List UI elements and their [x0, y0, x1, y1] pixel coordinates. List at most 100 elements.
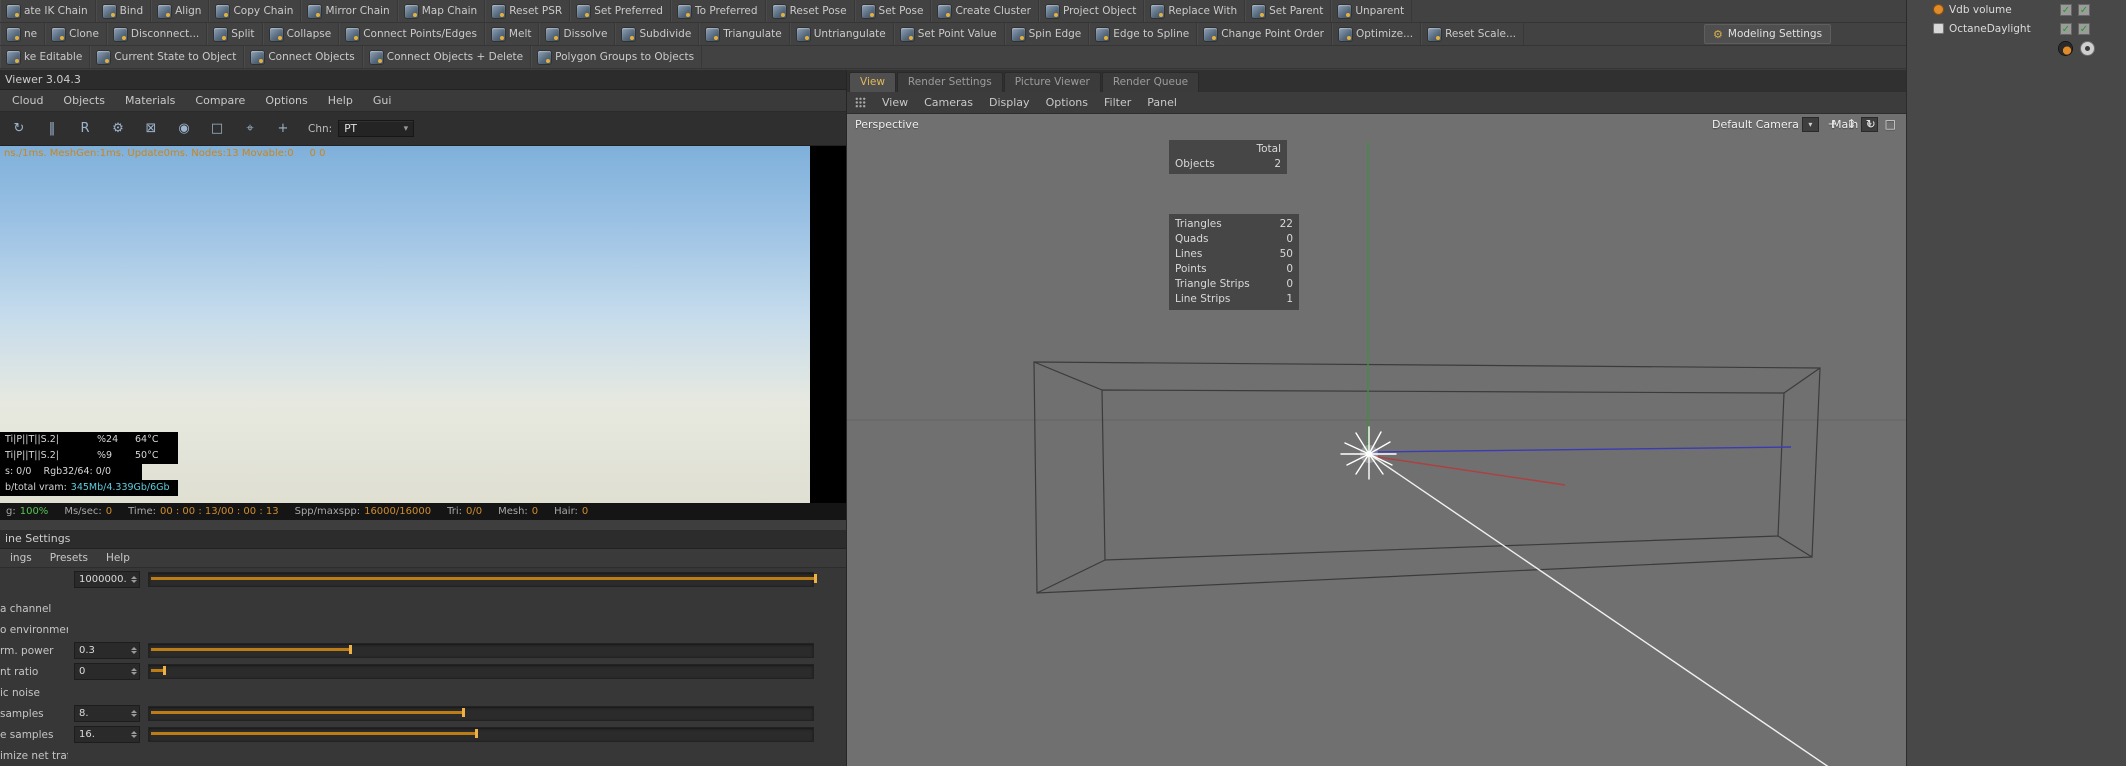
toolbar-command[interactable]: Current State to Object — [90, 46, 245, 68]
object-row[interactable]: Vdb volume ✓ ✓ — [1907, 0, 2126, 19]
viewport-menu-item[interactable]: Display — [989, 96, 1030, 109]
toolbar-command[interactable]: Split — [207, 23, 263, 45]
toolbar-command[interactable]: Set Pose — [855, 0, 932, 22]
editor-visibility-toggle[interactable]: ✓ — [2060, 3, 2072, 16]
toolbar-command[interactable]: Map Chain — [398, 0, 486, 22]
viewport-canvas[interactable]: Perspective Default Camera ▾ Main ▾ + ↕ ↻ □… — [847, 114, 1906, 766]
stepper-icon[interactable] — [131, 668, 137, 675]
toolbar-command[interactable]: Polygon Groups to Objects — [531, 46, 703, 68]
toggle-view-icon[interactable]: □ — [1885, 116, 1896, 132]
toolbar-command[interactable]: Triangulate — [699, 23, 790, 45]
object-row[interactable]: OctaneDaylight ✓ ✓ — [1907, 19, 2126, 38]
viewer-menu-item[interactable]: Options — [265, 94, 307, 107]
pick-object-icon[interactable]: + — [274, 122, 292, 135]
lock-resolution-icon[interactable]: ⊠ — [142, 122, 160, 135]
toolbar-command[interactable]: Subdivide — [615, 23, 700, 45]
pick-material-icon[interactable]: ⌖ — [241, 122, 259, 135]
toolbar-command[interactable]: Clone — [45, 23, 107, 45]
pause-render-icon[interactable]: ‖ — [43, 122, 61, 135]
param-value-field[interactable]: 0.3 — [74, 642, 140, 659]
param-value-field[interactable]: 1000000. — [74, 571, 140, 588]
param-slider[interactable] — [148, 572, 817, 587]
toolbar-command[interactable]: Melt — [485, 23, 540, 45]
object-name[interactable]: OctaneDaylight — [1949, 23, 2055, 35]
focus-pick-icon[interactable]: ◉ — [175, 122, 193, 135]
param-value-field[interactable]: 16. — [74, 726, 140, 743]
toolbar-command[interactable]: Align — [151, 0, 210, 22]
viewer-menu-item[interactable]: Materials — [125, 94, 175, 107]
stepper-icon[interactable] — [131, 576, 137, 583]
tab-picture-viewer[interactable]: Picture Viewer — [1003, 72, 1101, 92]
param-slider[interactable] — [148, 664, 814, 679]
channel-select[interactable]: PT ▾ — [338, 120, 415, 137]
toolbar-command[interactable]: ate IK Chain — [0, 0, 96, 22]
render-visibility-toggle[interactable]: ✓ — [2078, 3, 2090, 16]
toolbar-command[interactable]: Spin Edge — [1005, 23, 1090, 45]
toolbar-command[interactable]: Edge to Spline — [1089, 23, 1198, 45]
modeling-settings-button[interactable]: ⚙ Modeling Settings — [1704, 24, 1832, 44]
viewport-menu-item[interactable]: Options — [1046, 96, 1088, 109]
tab-render-settings[interactable]: Render Settings — [896, 72, 1003, 92]
drag-handle-icon[interactable] — [855, 97, 866, 108]
toolbar-command[interactable]: Unparent — [1331, 0, 1413, 22]
toolbar-command[interactable]: Set Preferred — [570, 0, 671, 22]
toolbar-command[interactable]: Collapse — [263, 23, 340, 45]
restart-render-icon[interactable]: ↻ — [10, 122, 28, 135]
toolbar-command[interactable]: Project Object — [1039, 0, 1145, 22]
toolbar-command[interactable]: Copy Chain — [209, 0, 302, 22]
toolbar-command[interactable]: Connect Objects + Delete — [363, 46, 532, 68]
render-view[interactable]: ns./1ms. MeshGen:1ms. Update0ms. Nodes:1… — [0, 146, 810, 503]
engine-menu-item[interactable]: ings — [10, 552, 32, 564]
viewer-menu-item[interactable]: Cloud — [12, 94, 43, 107]
toolbar-command[interactable]: Disconnect... — [107, 23, 208, 45]
stepper-icon[interactable] — [131, 731, 137, 738]
toolbar-command[interactable]: ke Editable — [0, 46, 91, 68]
toolbar-command[interactable]: Untriangulate — [790, 23, 894, 45]
engine-menu-item[interactable]: Help — [106, 552, 130, 564]
toolbar-command[interactable]: Replace With — [1144, 0, 1246, 22]
target-tag-icon[interactable] — [2081, 42, 2094, 55]
param-slider[interactable] — [148, 706, 814, 721]
viewer-menu-item[interactable]: Objects — [63, 94, 105, 107]
toolbar-command[interactable]: To Preferred — [671, 0, 766, 22]
viewer-menu-item[interactable]: Compare — [195, 94, 245, 107]
param-value-field[interactable]: 0 — [74, 663, 140, 680]
editor-visibility-toggle[interactable]: ✓ — [2060, 22, 2072, 35]
toolbar-command[interactable]: Optimize... — [1332, 23, 1422, 45]
daylight-tag-icon[interactable] — [2059, 42, 2072, 55]
param-value-field[interactable]: 8. — [74, 705, 140, 722]
settings-gear-icon[interactable]: ⚙ — [109, 122, 127, 135]
viewer-menu-item[interactable]: Gui — [373, 94, 392, 107]
default-camera-button[interactable]: Default Camera ▾ — [1712, 117, 1819, 132]
engine-menu-item[interactable]: Presets — [50, 552, 88, 564]
toolbar-command[interactable]: Reset Pose — [766, 0, 855, 22]
toolbar-command[interactable]: Bind — [96, 0, 152, 22]
toolbar-command[interactable]: Set Point Value — [894, 23, 1005, 45]
toolbar-command[interactable]: ne — [0, 23, 46, 45]
viewport-menu-item[interactable]: Panel — [1147, 96, 1177, 109]
param-slider[interactable] — [148, 643, 814, 658]
viewport-menu-item[interactable]: Cameras — [924, 96, 973, 109]
render-visibility-toggle[interactable]: ✓ — [2078, 22, 2090, 35]
toolbar-command[interactable]: Reset PSR — [485, 0, 571, 22]
object-name[interactable]: Vdb volume — [1949, 4, 2055, 16]
toolbar-command[interactable]: Create Cluster — [931, 0, 1039, 22]
tab-render-queue[interactable]: Render Queue — [1101, 72, 1200, 92]
viewer-menu-item[interactable]: Help — [328, 94, 353, 107]
viewport-menu-item[interactable]: View — [882, 96, 908, 109]
dolly-view-icon[interactable]: ↕ — [1847, 116, 1857, 132]
toolbar-command[interactable]: Reset Scale... — [1421, 23, 1525, 45]
camera-menu-icon[interactable]: ▾ — [1801, 117, 1819, 132]
toolbar-command[interactable]: Connect Objects — [244, 46, 363, 68]
stepper-icon[interactable] — [131, 710, 137, 717]
rotate-view-icon[interactable]: ↻ — [1866, 116, 1876, 132]
viewport-menu-item[interactable]: Filter — [1104, 96, 1131, 109]
tab-view[interactable]: View — [849, 72, 896, 92]
toolbar-command[interactable]: Set Parent — [1245, 0, 1332, 22]
render-region-icon[interactable]: □ — [208, 122, 226, 135]
toolbar-command[interactable]: Dissolve — [539, 23, 616, 45]
realtime-mode-icon[interactable]: R — [76, 122, 94, 135]
toolbar-command[interactable]: Mirror Chain — [301, 0, 398, 22]
stepper-icon[interactable] — [131, 647, 137, 654]
pan-view-icon[interactable]: + — [1827, 116, 1837, 132]
